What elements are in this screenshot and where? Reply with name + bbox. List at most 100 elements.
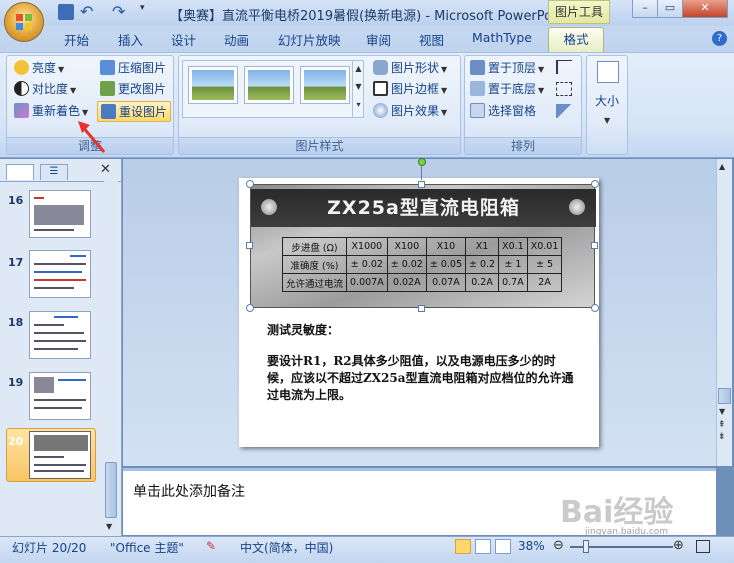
group-icon[interactable] <box>556 82 572 96</box>
picture-shape-button[interactable]: 图片形状 ▼ <box>373 58 447 78</box>
table-cell: 准确度 (%) <box>281 255 348 274</box>
slide-thumbnail-18[interactable] <box>29 311 91 359</box>
contrast-icon <box>14 81 29 96</box>
resize-handle[interactable] <box>591 180 599 188</box>
normal-view-icon[interactable] <box>455 539 471 554</box>
selected-picture-nameplate[interactable]: ZX25a型直流电阻箱 步进盘 (Ω) X1000 X100 X10 X1 X0… <box>250 184 596 308</box>
change-picture-label: 更改图片 <box>118 82 167 96</box>
save-icon[interactable] <box>58 4 74 20</box>
slide-paragraph: 要设计R1，R2具体多少阻值，以及电源电压多少的时候，应该以不超过ZX25a型直… <box>267 354 574 402</box>
resize-handle[interactable] <box>418 305 425 312</box>
send-to-back-button[interactable]: 置于底层 ▼ <box>470 79 544 99</box>
tab-design[interactable]: 设计 <box>171 30 196 49</box>
tab-home[interactable]: 开始 <box>64 30 89 49</box>
close-button[interactable]: ✕ <box>682 0 728 18</box>
slides-scroll-thumb[interactable] <box>105 462 117 518</box>
send-back-icon <box>470 81 485 96</box>
reset-picture-icon <box>101 104 116 119</box>
slide-thumbnail-19[interactable] <box>29 372 91 420</box>
tab-animations[interactable]: 动画 <box>224 30 249 49</box>
zoom-out-icon[interactable]: ⊖ <box>553 538 564 553</box>
slide-thumbnail-16[interactable] <box>29 190 91 238</box>
table-cell: X1 <box>464 237 500 256</box>
slide-heading: 测试灵敏度： <box>267 323 340 337</box>
resize-handle[interactable] <box>418 181 425 188</box>
restore-button[interactable]: ▭ <box>657 0 683 18</box>
scroll-down-icon[interactable]: ▼ <box>719 407 725 416</box>
size-icon <box>597 61 619 83</box>
table-cell: 2A <box>526 273 563 292</box>
red-arrow-icon <box>78 121 106 153</box>
compress-label: 压缩图片 <box>118 61 167 75</box>
nameplate-table: 步进盘 (Ω) X1000 X100 X10 X1 X0.1 X0.01 准确度… <box>281 237 563 292</box>
align-icon[interactable] <box>556 60 572 74</box>
previous-slide-icon[interactable]: ⇞ <box>718 420 726 430</box>
slide-indicator: 幻灯片 20/20 <box>12 541 87 555</box>
zoom-level[interactable]: 38% <box>518 539 545 553</box>
picture-style-3[interactable] <box>300 66 350 104</box>
brightness-button[interactable]: 亮度 ▼ <box>14 58 64 78</box>
rotate-handle[interactable] <box>418 158 426 166</box>
table-cell: X1000 <box>346 237 388 256</box>
change-picture-icon <box>100 81 115 96</box>
bring-front-label: 置于顶层 <box>488 61 537 75</box>
picture-style-1[interactable] <box>188 66 238 104</box>
tab-review[interactable]: 审阅 <box>366 30 391 49</box>
office-logo-icon <box>16 14 32 30</box>
slide-sorter-icon[interactable] <box>475 539 491 554</box>
picture-effects-label: 图片效果 <box>391 104 440 118</box>
fit-window-icon[interactable] <box>696 540 710 553</box>
slide-thumbnail-17[interactable] <box>29 250 91 298</box>
picture-effects-button[interactable]: 图片效果 ▼ <box>373 101 447 121</box>
picture-style-2[interactable] <box>244 66 294 104</box>
nameplate-title: ZX25a型直流电阻箱 <box>251 189 596 227</box>
scroll-down-icon[interactable]: ▼ <box>106 522 112 531</box>
language-indicator[interactable]: 中文(简体，中国) <box>240 539 333 556</box>
qat-customize-icon[interactable]: ▾ <box>140 3 156 19</box>
send-back-label: 置于底层 <box>488 82 537 96</box>
resize-handle[interactable] <box>246 304 254 312</box>
screw-icon <box>261 199 277 215</box>
spellcheck-icon[interactable]: ✎ <box>206 539 216 553</box>
bring-to-front-button[interactable]: 置于顶层 ▼ <box>470 58 544 78</box>
selection-pane-button[interactable]: 选择窗格 <box>470 101 536 121</box>
change-picture-button[interactable]: 更改图片 <box>100 79 166 99</box>
slide-body-text[interactable]: 测试灵敏度： 要设计R1，R2具体多少阻值，以及电源电压多少的时候，应该以不超过… <box>267 322 577 404</box>
rotate-icon[interactable] <box>556 104 572 118</box>
tab-slideshow[interactable]: 幻灯片放映 <box>278 30 341 49</box>
resize-handle[interactable] <box>246 180 254 188</box>
undo-icon[interactable]: ↶ <box>80 2 98 21</box>
contrast-button[interactable]: 对比度 ▼ <box>14 79 76 99</box>
table-cell: 0.07A <box>425 273 467 292</box>
tab-insert[interactable]: 插入 <box>118 30 143 49</box>
theme-name[interactable]: "Office 主题" <box>110 539 184 556</box>
minimize-button[interactable]: – <box>632 0 658 18</box>
table-cell: ± 0.2 <box>464 255 500 274</box>
scroll-up-icon[interactable]: ▲ <box>719 162 725 171</box>
tab-outline[interactable]: ☰ <box>40 164 68 180</box>
resize-handle[interactable] <box>246 242 253 249</box>
gallery-scroll[interactable]: ▲ ▼ ▾ <box>352 60 364 118</box>
tab-view[interactable]: 视图 <box>419 30 444 49</box>
slideshow-view-icon[interactable] <box>495 539 511 554</box>
zoom-in-icon[interactable]: ⊕ <box>673 538 684 553</box>
chevron-down-icon: ▼ <box>441 86 448 95</box>
resize-handle[interactable] <box>591 304 599 312</box>
resize-handle[interactable] <box>591 242 598 249</box>
effects-icon <box>373 103 388 118</box>
close-panel-icon[interactable]: ✕ <box>100 162 111 177</box>
tab-format[interactable]: 格式 <box>548 27 604 53</box>
picture-border-button[interactable]: 图片边框 ▼ <box>373 79 447 99</box>
group-arrange-label: 排列 <box>465 137 581 154</box>
table-cell: ± 0.02 <box>346 255 388 274</box>
redo-icon[interactable]: ↷ <box>112 2 130 21</box>
tab-slides[interactable] <box>6 164 34 180</box>
editor-scroll-thumb[interactable] <box>718 388 731 404</box>
compress-pictures-button[interactable]: 压缩图片 <box>100 58 166 78</box>
help-icon[interactable]: ? <box>712 31 727 46</box>
next-slide-icon[interactable]: ⇟ <box>718 432 726 442</box>
office-button[interactable] <box>4 2 44 42</box>
chevron-down-icon: ▼ <box>538 65 545 74</box>
tab-mathtype[interactable]: MathType <box>472 30 532 45</box>
zoom-slider-thumb[interactable] <box>583 540 589 553</box>
